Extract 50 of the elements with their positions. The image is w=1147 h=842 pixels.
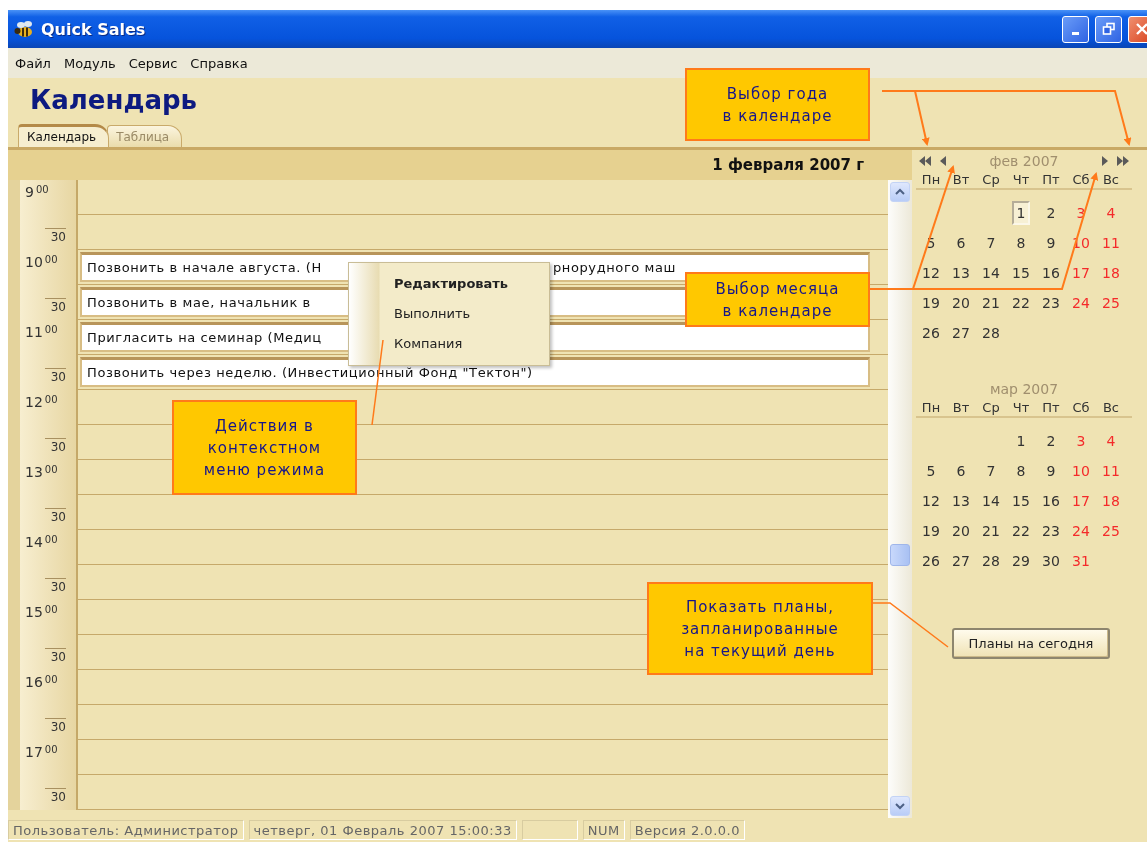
- minutes-label: 00: [44, 534, 58, 547]
- weekday-label: Пт: [1041, 172, 1061, 187]
- event-text: Позвонить в начале августа. (Н: [87, 260, 323, 275]
- hour-label: 9: [25, 184, 34, 202]
- hour-label: 12: [25, 394, 43, 412]
- hour-label: 10: [25, 254, 43, 272]
- window-title: Quick Sales: [41, 19, 146, 39]
- minutes-label: 00: [44, 744, 58, 757]
- hour-label: 15: [25, 604, 43, 622]
- month-title: мар 2007: [988, 381, 1060, 397]
- minutes-label: 00: [35, 184, 49, 197]
- hour-label: 11: [25, 324, 43, 342]
- status-text: Версия 2.0.0.0: [629, 820, 745, 840]
- status-text: NUM: [582, 820, 625, 840]
- weekday-label: Вт: [951, 172, 971, 187]
- weekday-label: Вс: [1101, 400, 1121, 415]
- minutes-label: 00: [44, 254, 58, 267]
- weekday-label: Чт: [1011, 172, 1031, 187]
- hour-label: 16: [25, 674, 43, 692]
- date-header: 1 февраля 2007 г: [8, 150, 912, 180]
- status-text: четверг, 01 Февраль 2007 15:00:33: [248, 820, 517, 840]
- event-text: рнорудного маш: [553, 260, 677, 275]
- weekday-label: Пн: [920, 400, 942, 415]
- event-text: Пригласить на семинар (Медиц: [87, 330, 322, 345]
- event-text: Позвонить в мае, начальник в: [87, 295, 311, 310]
- weekday-label: Пн: [920, 172, 942, 187]
- weekday-label: Ср: [981, 400, 1001, 415]
- page-title: Календарь: [30, 85, 198, 115]
- hour-label: 14: [25, 534, 43, 552]
- callout: Выбор месяца в календаре: [685, 272, 870, 327]
- minutes-label: 00: [44, 324, 58, 337]
- minutes-label: 00: [44, 604, 58, 617]
- weekday-label: Ср: [981, 172, 1001, 187]
- weekday-label: Сб: [1071, 172, 1091, 187]
- minutes-label: 00: [44, 464, 58, 477]
- weekday-label: Пт: [1041, 400, 1061, 415]
- callout: Выбор года в календаре: [685, 68, 870, 141]
- weekday-label: Вт: [951, 400, 971, 415]
- minutes-label: 30: [44, 788, 66, 810]
- weekday-label: Чт: [1011, 400, 1031, 415]
- hour-label: 17: [25, 744, 43, 762]
- minutes-label: 00: [44, 394, 58, 407]
- weekday-label: Вс: [1101, 172, 1121, 187]
- weekday-label: Сб: [1071, 400, 1091, 415]
- hour-label: 13: [25, 464, 43, 482]
- callout: Действия в контекстном меню режима: [172, 400, 357, 495]
- status-text: Пользователь: Администратор: [8, 820, 244, 840]
- month-title: фев 2007: [988, 153, 1060, 169]
- callout: Показать планы, запланированные на текущий день: [647, 582, 873, 675]
- minutes-label: 00: [44, 674, 58, 687]
